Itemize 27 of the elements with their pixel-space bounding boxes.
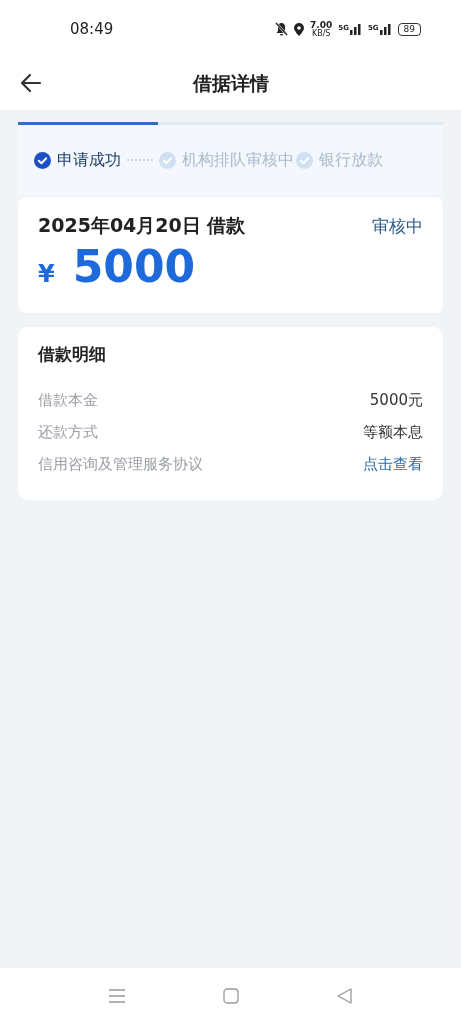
step-label: 申请成功 xyxy=(57,149,121,171)
bell-muted-icon xyxy=(275,22,289,36)
section-title: 借款明细 xyxy=(38,343,107,366)
menu-icon[interactable] xyxy=(109,989,125,1003)
detail-value: 等额本息 xyxy=(363,422,423,442)
back-arrow-icon xyxy=(20,72,42,94)
view-link[interactable]: 点击查看 xyxy=(363,454,423,474)
battery-level: 89 xyxy=(397,22,421,36)
home-icon[interactable] xyxy=(223,988,239,1004)
detail-label: 借款本金 xyxy=(38,390,98,410)
loan-amount: 5000 xyxy=(72,245,196,289)
loan-date: 2025年04月20日 借款 xyxy=(38,213,246,238)
signal-icon xyxy=(349,23,362,35)
detail-label: 信用咨询及管理服务协议 xyxy=(38,454,203,474)
step-label: 机构排队审核中 xyxy=(182,149,294,171)
location-icon xyxy=(294,22,305,36)
signal-icon xyxy=(379,23,392,35)
currency-symbol: ¥ xyxy=(38,260,55,288)
loan-status: 审核中 xyxy=(372,214,423,238)
network-speed: 7.00 xyxy=(310,20,333,30)
detail-value: 5000元 xyxy=(369,390,423,410)
step-label: 银行放款 xyxy=(319,149,383,171)
clock: 08:49 xyxy=(70,20,115,38)
back-icon[interactable] xyxy=(337,988,352,1004)
speed-unit: KB/S xyxy=(311,29,331,38)
detail-label: 还款方式 xyxy=(38,422,98,442)
page-title: 借据详情 xyxy=(191,71,270,96)
